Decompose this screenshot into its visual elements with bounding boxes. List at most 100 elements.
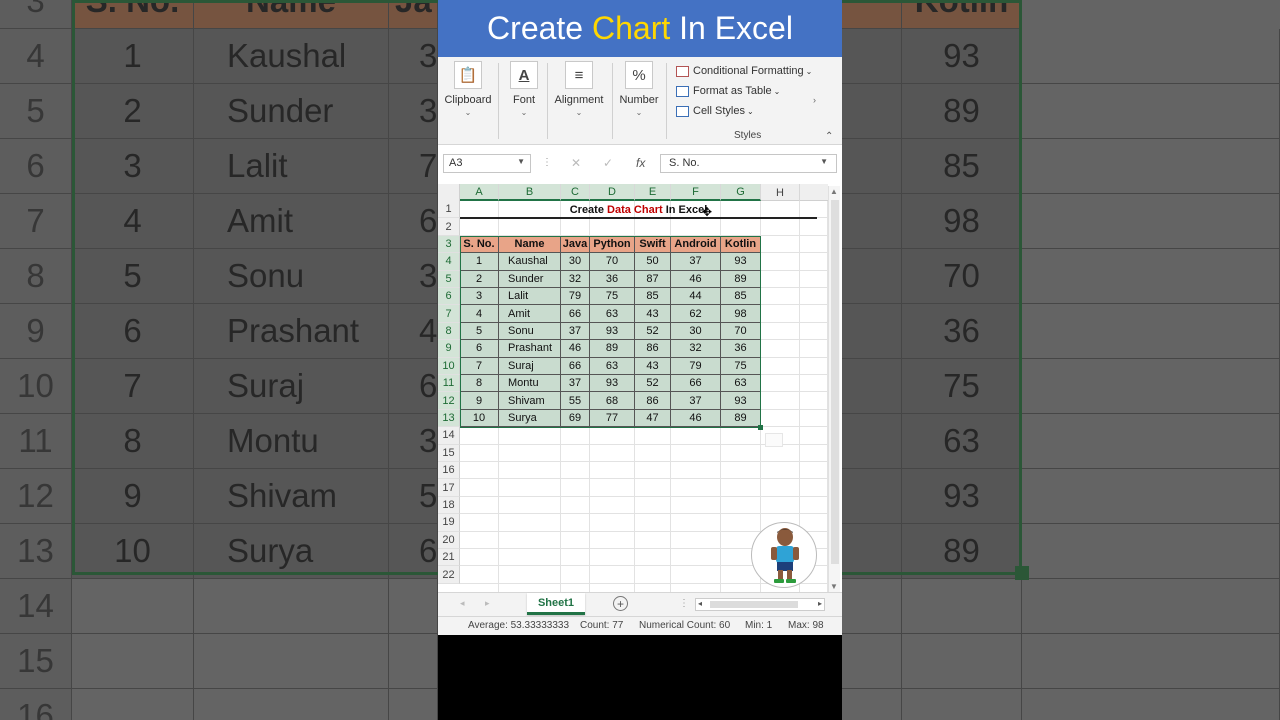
table-cell[interactable]: 70 (590, 253, 635, 271)
table-cell[interactable]: 66 (561, 305, 590, 323)
table-cell[interactable]: 89 (721, 409, 761, 428)
table-cell[interactable]: 66 (671, 375, 721, 393)
row-header-20[interactable]: 20 (438, 531, 460, 549)
table-cell[interactable]: 69 (561, 409, 590, 428)
tab-sheet1[interactable]: Sheet1 (527, 593, 585, 615)
table-cell[interactable]: 32 (671, 340, 721, 358)
row-header-15[interactable]: 15 (438, 444, 460, 462)
table-header-cell[interactable]: Name (499, 235, 561, 254)
column-header-a[interactable]: A (460, 184, 499, 201)
table-cell[interactable]: 43 (635, 357, 671, 375)
row-header-21[interactable]: 21 (438, 549, 460, 567)
row-header-22[interactable]: 22 (438, 566, 460, 584)
table-cell[interactable]: 86 (635, 340, 671, 358)
column-header-h[interactable]: H (761, 184, 800, 201)
enter-icon[interactable]: ✓ (603, 156, 613, 170)
table-cell[interactable]: 1 (460, 253, 499, 271)
row-header-14[interactable]: 14 (438, 427, 460, 445)
table-cell[interactable]: 4 (460, 305, 499, 323)
table-cell[interactable]: 66 (561, 357, 590, 375)
table-header-cell[interactable]: Kotlin (721, 235, 761, 254)
table-cell[interactable]: 46 (561, 340, 590, 358)
table-cell[interactable]: 9 (460, 392, 499, 410)
table-header-cell[interactable]: Python (590, 235, 635, 254)
scroll-up-icon[interactable]: ▲ (830, 187, 838, 196)
table-cell[interactable]: 47 (635, 409, 671, 428)
next-sheet-icon[interactable]: ▸ (485, 598, 490, 609)
table-cell[interactable]: 75 (590, 288, 635, 306)
table-cell[interactable]: 89 (721, 270, 761, 288)
format-as-table-button[interactable]: Format as Table ⌄ (676, 85, 780, 97)
sheet-title-cell[interactable]: Create Data Chart In Excel (460, 201, 817, 218)
insert-function-icon[interactable]: fx (636, 156, 645, 170)
table-cell[interactable]: 37 (561, 322, 590, 341)
table-header-cell[interactable]: Swift (635, 235, 671, 254)
fill-handle[interactable] (758, 425, 763, 430)
scroll-thumb[interactable] (831, 200, 839, 564)
row-header-2[interactable]: 2 (438, 218, 460, 236)
row-header-7[interactable]: 7 (438, 305, 460, 323)
table-cell[interactable]: 93 (590, 375, 635, 393)
table-cell[interactable]: Montu (499, 375, 561, 393)
column-header-e[interactable]: E (635, 184, 671, 201)
table-cell[interactable]: Prashant (499, 340, 561, 358)
table-cell[interactable]: 52 (635, 322, 671, 341)
row-header-13[interactable]: 13 (438, 409, 460, 428)
table-cell[interactable]: 30 (561, 253, 590, 271)
table-cell[interactable]: Suraj (499, 357, 561, 375)
table-cell[interactable]: 46 (671, 270, 721, 288)
table-cell[interactable]: 98 (721, 305, 761, 323)
number-group[interactable]: % Number ⌄ (617, 61, 661, 117)
table-cell[interactable]: 50 (635, 253, 671, 271)
table-cell[interactable]: 93 (721, 392, 761, 410)
table-header-cell[interactable]: Android (671, 235, 721, 254)
conditional-formatting-button[interactable]: Conditional Formatting ⌄ (676, 65, 812, 77)
add-sheet-icon[interactable]: + (613, 596, 628, 611)
table-cell[interactable]: Sonu (499, 322, 561, 341)
table-cell[interactable]: Amit (499, 305, 561, 323)
clipboard-group[interactable]: 📋 Clipboard ⌄ (444, 61, 492, 117)
formula-input[interactable]: S. No. ▼ (660, 154, 837, 173)
quick-analysis-icon[interactable] (765, 433, 783, 447)
select-all-corner[interactable] (438, 184, 460, 201)
table-cell[interactable]: 32 (561, 270, 590, 288)
table-cell[interactable]: 89 (590, 340, 635, 358)
table-cell[interactable]: 85 (721, 288, 761, 306)
table-header-cell[interactable]: Java (561, 235, 590, 254)
column-header-d[interactable]: D (590, 184, 635, 201)
table-cell[interactable]: 68 (590, 392, 635, 410)
row-header-18[interactable]: 18 (438, 496, 460, 515)
table-cell[interactable]: 5 (460, 322, 499, 341)
table-cell[interactable]: 43 (635, 305, 671, 323)
row-header-5[interactable]: 5 (438, 270, 460, 288)
prev-sheet-icon[interactable]: ◂ (460, 598, 465, 609)
table-cell[interactable]: 63 (590, 305, 635, 323)
column-header-c[interactable]: C (561, 184, 590, 201)
table-cell[interactable]: Shivam (499, 392, 561, 410)
table-cell[interactable]: 2 (460, 270, 499, 288)
table-cell[interactable]: 63 (721, 375, 761, 393)
vertical-scrollbar[interactable]: ▲ ▼ (828, 186, 840, 592)
table-cell[interactable]: 77 (590, 409, 635, 428)
row-header-1[interactable]: 1 (438, 201, 460, 219)
row-header-8[interactable]: 8 (438, 322, 460, 341)
table-cell[interactable]: 3 (460, 288, 499, 306)
table-cell[interactable]: 36 (721, 340, 761, 358)
table-cell[interactable]: 79 (671, 357, 721, 375)
row-header-3[interactable]: 3 (438, 235, 460, 254)
cancel-icon[interactable]: ✕ (571, 156, 581, 170)
table-cell[interactable]: 8 (460, 375, 499, 393)
column-header-f[interactable]: F (671, 184, 721, 201)
column-header-b[interactable]: B (499, 184, 561, 201)
collapse-ribbon-icon[interactable]: ⌃ (825, 131, 833, 142)
table-cell[interactable]: Kaushal (499, 253, 561, 271)
table-cell[interactable]: 93 (590, 322, 635, 341)
table-cell[interactable]: 85 (635, 288, 671, 306)
horizontal-scrollbar[interactable]: ◂ ▸ (695, 598, 825, 611)
table-cell[interactable]: 55 (561, 392, 590, 410)
row-header-9[interactable]: 9 (438, 340, 460, 358)
table-cell[interactable]: 87 (635, 270, 671, 288)
font-group[interactable]: A Font ⌄ (504, 61, 544, 117)
table-cell[interactable]: 37 (671, 392, 721, 410)
row-header-16[interactable]: 16 (438, 462, 460, 480)
